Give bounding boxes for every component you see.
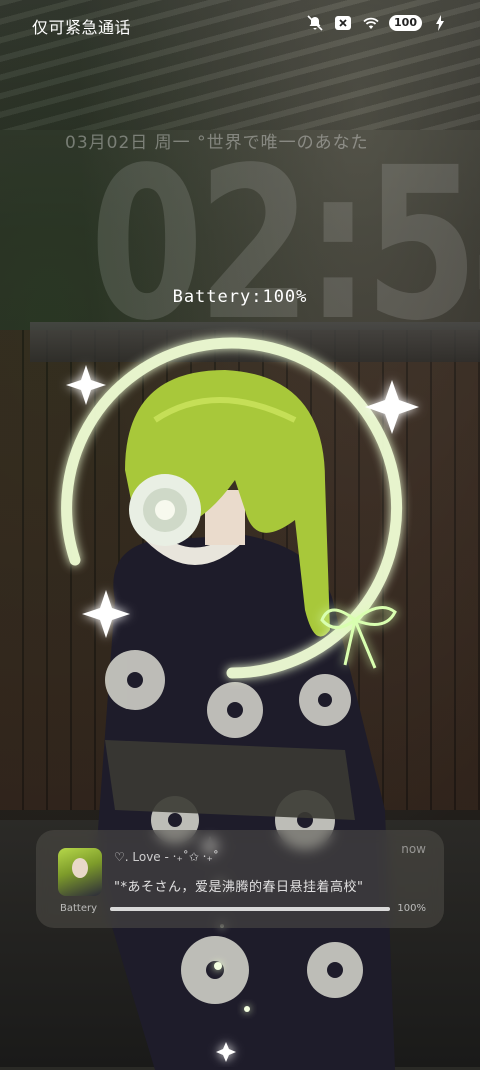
battery-status-text: Battery:100% <box>172 287 308 307</box>
widget-battery-percent: 100% <box>397 903 426 914</box>
sparkle-dot <box>214 962 222 970</box>
album-cover[interactable] <box>58 848 102 896</box>
sparkle-dot <box>244 1006 250 1012</box>
song-title: ♡. Love - ‧₊˚✩ ‧₊˚ <box>114 850 219 864</box>
widget-battery-bar <box>110 907 390 911</box>
song-lyric: "*あそさん，爱是沸腾的春日悬挂着高校" <box>114 880 364 895</box>
widget-battery-fill <box>110 907 390 911</box>
widget-time-label: now <box>401 842 426 856</box>
music-widget[interactable]: ♡. Love - ‧₊˚✩ ‧₊˚ now "*あそさん，爱是沸腾的春日悬挂着… <box>36 830 444 928</box>
widget-battery-label: Battery <box>60 903 98 914</box>
album-cover-face <box>72 858 88 878</box>
